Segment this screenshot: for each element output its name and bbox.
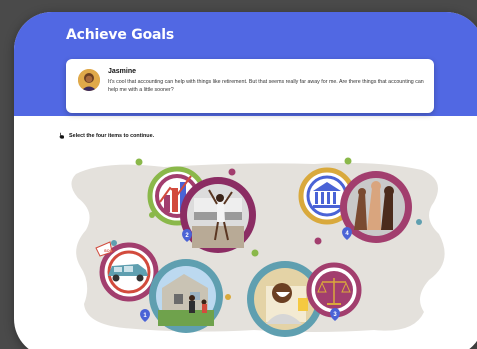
svg-text:SOLD: SOLD [104, 248, 115, 253]
decor-dot [135, 158, 143, 166]
goals-scene: 2 4 SOLD 1 3 [71, 157, 445, 337]
house-family-photo [149, 259, 223, 333]
decor-dot [344, 157, 352, 165]
decor-dot [251, 249, 259, 257]
decor-dot [314, 237, 322, 245]
activity-card: Achieve Goals Jasmine It's cool that acc… [14, 12, 477, 349]
decor-dot [111, 240, 117, 246]
scales-icon [306, 262, 362, 318]
decor-dot [416, 219, 422, 225]
decor-dot [228, 168, 236, 176]
decor-dot [225, 294, 231, 300]
dancing-woman-photo [180, 177, 256, 253]
